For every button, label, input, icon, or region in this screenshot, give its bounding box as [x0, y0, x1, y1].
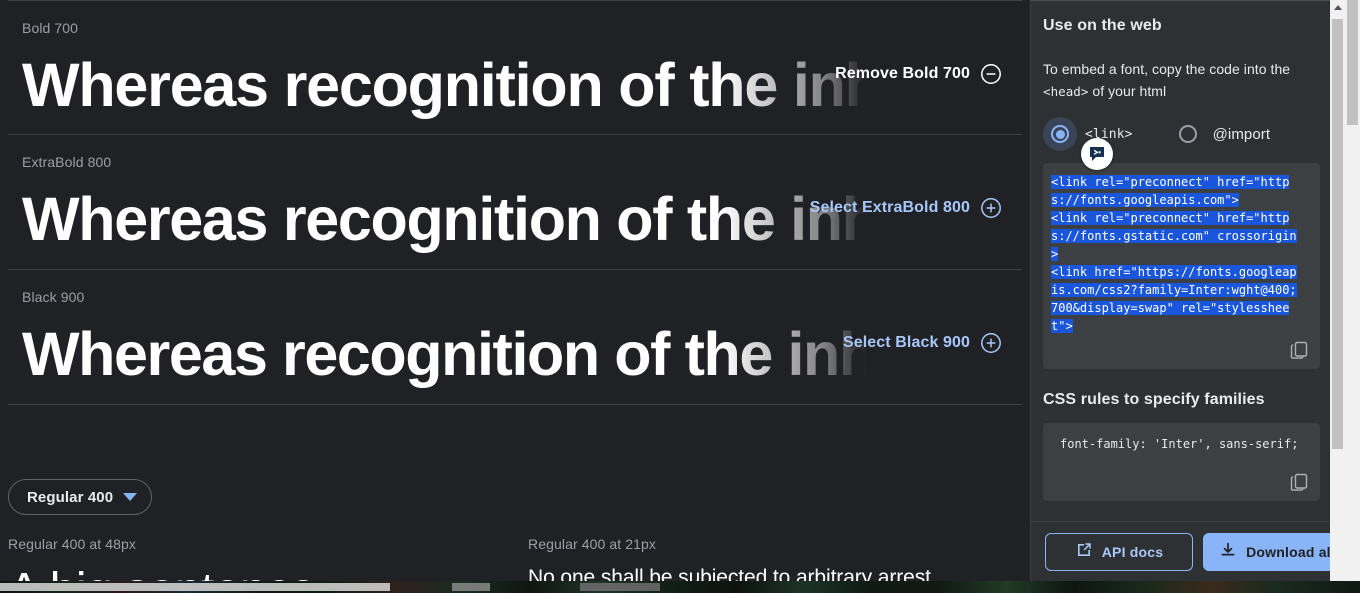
weight-row: Black 900 Whereas recognition of the inh…	[8, 270, 1022, 405]
page-scrollbar[interactable]	[1345, 0, 1360, 593]
code-line: >	[1051, 247, 1059, 261]
code-line: <link rel="preconnect" href="http	[1051, 175, 1290, 189]
radio-link-hitarea[interactable]	[1043, 117, 1077, 151]
select-weight-button[interactable]: Select ExtraBold 800	[810, 197, 1002, 219]
panel-title: Use on the web	[1043, 17, 1162, 34]
copy-icon[interactable]	[1286, 337, 1312, 363]
panel-description-part2: of your html	[1088, 83, 1167, 99]
radio-circle-icon	[1051, 125, 1069, 143]
taskbar-segment	[0, 583, 390, 591]
weight-sample-wrap: Whereas recognition of the inherent	[22, 46, 922, 126]
weight-sample-text: Whereas recognition of the inherent	[22, 185, 922, 253]
external-link-icon	[1075, 541, 1093, 562]
chevron-down-icon	[123, 493, 138, 501]
css-rule-line: font-family: 'Inter', sans-serif;	[1060, 437, 1299, 451]
weight-sample-wrap: Whereas recognition of the inherent	[22, 180, 922, 260]
page-scrollbar-thumb[interactable]	[1347, 0, 1358, 125]
radio-import-hitarea[interactable]	[1171, 117, 1205, 151]
size-preview-heading: Regular 400 at 21px	[528, 536, 656, 552]
panel-description-part1: To embed a font, copy the code into the	[1043, 61, 1291, 77]
minus-circle-icon	[980, 63, 1002, 85]
css-rule-block[interactable]: font-family: 'Inter', sans-serif;	[1043, 423, 1320, 501]
download-all-button[interactable]: Download all	[1203, 532, 1345, 571]
radio-option-import[interactable]: @import	[1171, 117, 1271, 151]
remove-weight-button[interactable]: Remove Bold 700	[835, 63, 1002, 85]
weight-row: ExtraBold 800 Whereas recognition of the…	[8, 135, 1022, 270]
plus-circle-icon	[980, 332, 1002, 354]
weight-row-label: Bold 700	[22, 20, 79, 36]
code-line: 700&display=swap" rel="stylesshee	[1051, 301, 1290, 315]
select-weight-label: Select ExtraBold 800	[809, 199, 970, 216]
plus-circle-icon	[980, 197, 1002, 219]
embed-code-block[interactable]: <link rel="preconnect" href="http s://fo…	[1043, 163, 1320, 369]
use-on-web-panel: Use on the web To embed a font, copy the…	[1030, 0, 1345, 593]
font-specimen-main: Bold 700 Whereas recognition of the inhe…	[0, 0, 1030, 593]
panel-footer-actions: API docs Download all	[1031, 521, 1345, 581]
size-preview-heading: Regular 400 at 48px	[8, 536, 136, 552]
scroll-up-arrow-icon[interactable]	[1330, 0, 1345, 15]
weight-row-label: ExtraBold 800	[22, 154, 112, 170]
weight-row: Bold 700 Whereas recognition of the inhe…	[8, 0, 1022, 135]
select-weight-label: Select Black 900	[842, 334, 970, 351]
chat-pointer-icon	[1081, 138, 1113, 170]
api-docs-button[interactable]: API docs	[1045, 532, 1193, 571]
panel-scroll-content: Use on the web To embed a font, copy the…	[1031, 1, 1332, 521]
weight-sample-wrap: Whereas recognition of the inherent	[22, 315, 922, 395]
code-line: s://fonts.gstatic.com" crossorigin	[1051, 229, 1297, 243]
taskbar-segment	[452, 583, 490, 591]
radio-option-import-label: @import	[1212, 125, 1271, 143]
code-line: <link href="https://fonts.googleap	[1051, 265, 1297, 279]
code-line: s://fonts.googleapis.com">	[1051, 193, 1239, 207]
app-root: Bold 700 Whereas recognition of the inhe…	[0, 0, 1360, 593]
radio-circle-icon	[1178, 125, 1197, 143]
code-line: <link rel="preconnect" href="http	[1051, 211, 1290, 225]
weight-sample-text: Whereas recognition of the inherent	[22, 51, 922, 119]
panel-scrollbar-thumb[interactable]	[1332, 19, 1343, 449]
weight-specimen-list: Bold 700 Whereas recognition of the inhe…	[0, 0, 1030, 405]
download-icon	[1219, 541, 1237, 562]
panel-description-head-tag: <head>	[1043, 84, 1089, 99]
api-docs-label: API docs	[1101, 543, 1164, 560]
download-all-label: Download all	[1246, 543, 1335, 560]
panel-description: To embed a font, copy the code into the …	[1043, 58, 1311, 103]
code-line: is.com/css2?family=Inter:wght@400;	[1051, 283, 1297, 297]
panel-scrollbar[interactable]	[1330, 0, 1345, 593]
weight-select-chip-label: Regular 400	[27, 488, 114, 506]
weight-select-chip[interactable]: Regular 400	[8, 479, 153, 515]
select-weight-button[interactable]: Select Black 900	[843, 332, 1002, 354]
copy-icon[interactable]	[1286, 469, 1312, 495]
css-rules-title: CSS rules to specify families	[1043, 391, 1265, 408]
code-line: t">	[1051, 319, 1073, 333]
taskbar-segment	[580, 583, 660, 591]
radio-dot-icon	[1055, 129, 1065, 139]
embed-method-radio-group: <link> @import	[1043, 117, 1320, 170]
remove-weight-label: Remove Bold 700	[835, 65, 970, 82]
desktop-background-strip	[0, 581, 1360, 593]
weight-sample-text: Whereas recognition of the inherent	[22, 320, 922, 388]
weight-row-label: Black 900	[22, 289, 85, 305]
